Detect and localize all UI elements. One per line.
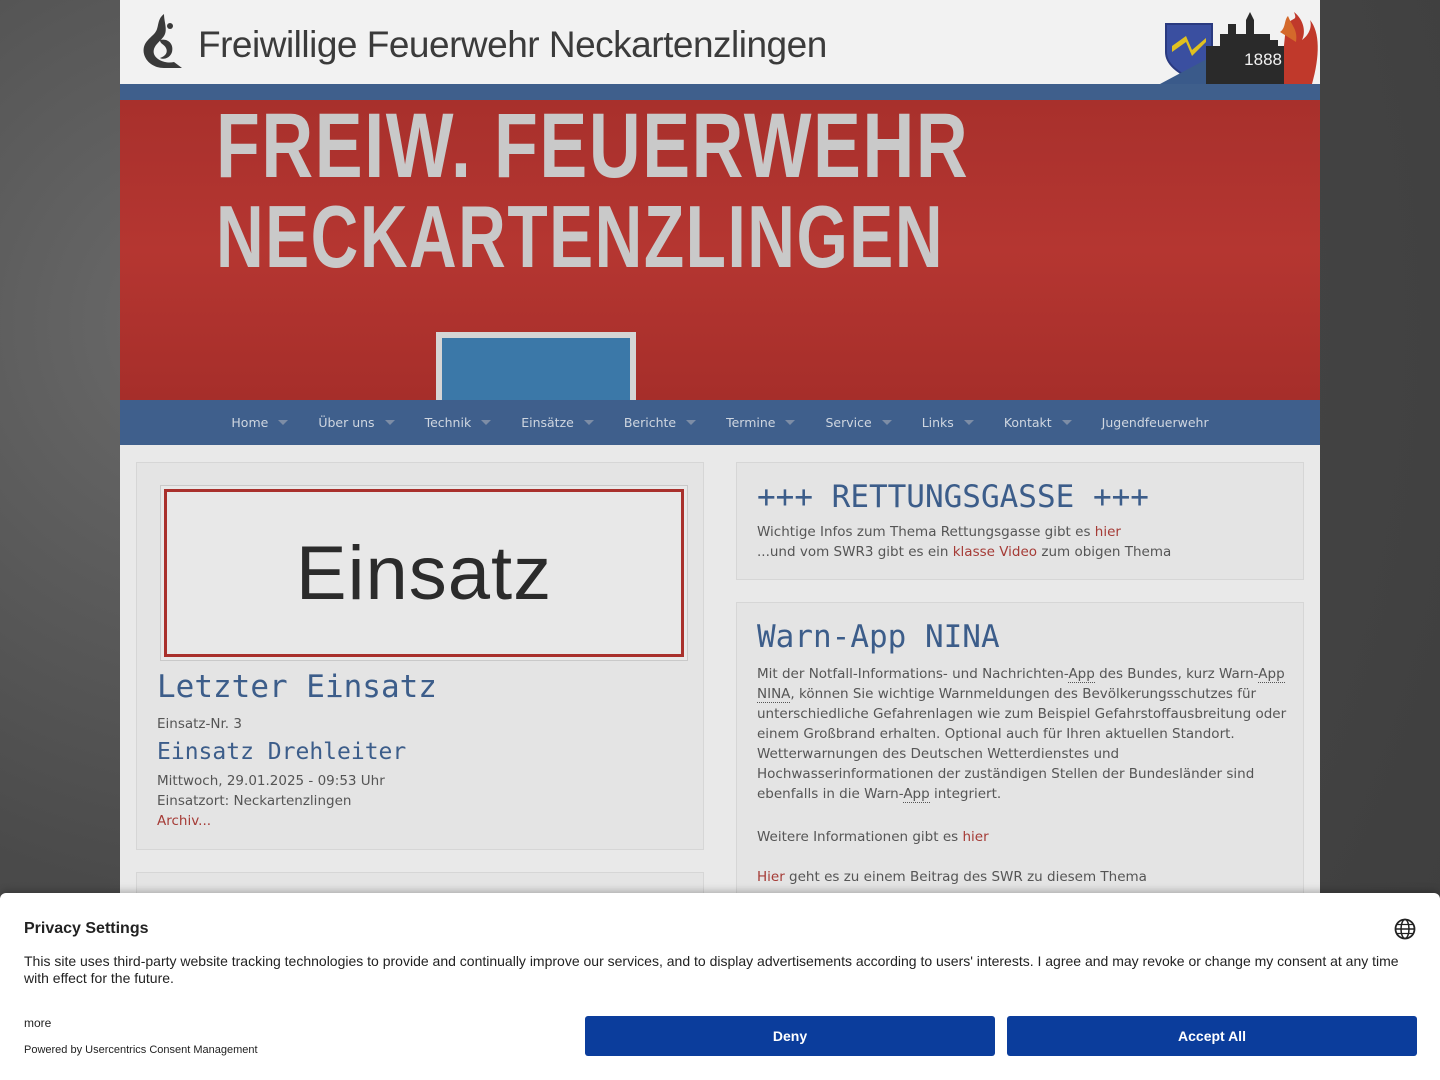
- swr3-video-link[interactable]: klasse Video: [953, 544, 1037, 560]
- nina-text: geht es zu einem Beitrag des SWR zu dies…: [784, 869, 1147, 885]
- chevron-down-icon: [686, 420, 697, 425]
- nina-text: Weitere Informationen gibt es: [757, 829, 963, 845]
- nav-item-berichte[interactable]: Berichte: [609, 400, 711, 445]
- main-navigation: Home Über uns Technik Einsätze Berichte …: [120, 400, 1320, 445]
- consent-more-link[interactable]: more: [24, 1016, 51, 1030]
- nav-item-jugendfeuerwehr[interactable]: Jugendfeuerwehr: [1087, 400, 1224, 445]
- last-deployment-panel: Einsatz Letzter Einsatz Einsatz-Nr. 3 Ei…: [136, 462, 704, 850]
- rettungsgasse-panel: +++ RETTUNGSGASSE +++ Wichtige Infos zum…: [736, 462, 1304, 580]
- deployment-image[interactable]: Einsatz: [160, 485, 688, 661]
- nina-description: Mit der Notfall-Informations- und Nachri…: [757, 664, 1289, 804]
- accept-all-button[interactable]: Accept All: [1007, 1016, 1417, 1056]
- nav-item-links[interactable]: Links: [907, 400, 989, 445]
- deny-button[interactable]: Deny: [585, 1016, 995, 1056]
- nina-more-info: Weitere Informationen gibt es hier: [757, 827, 989, 847]
- header-divider: [120, 84, 1320, 100]
- nav-item-ueber-uns[interactable]: Über uns: [303, 400, 409, 445]
- nav-item-service[interactable]: Service: [810, 400, 906, 445]
- consent-title: Privacy Settings: [24, 920, 149, 937]
- hero-text-line-2: NECKARTENZLINGEN: [216, 187, 944, 286]
- nav-item-label: Home: [231, 415, 269, 430]
- last-deployment-title: Letzter Einsatz: [157, 669, 437, 705]
- nina-text: des Bundes, kurz Warn-: [1094, 666, 1259, 682]
- deployment-number: Einsatz-Nr. 3: [157, 716, 242, 732]
- deployment-datetime: Mittwoch, 29.01.2025 - 09:53 Uhr: [157, 773, 385, 789]
- consent-powered-by: Powered by Usercentrics Consent Manageme…: [24, 1044, 258, 1056]
- nav-item-label: Einsätze: [521, 415, 574, 430]
- fire-department-logo-icon[interactable]: [134, 10, 186, 74]
- chevron-down-icon: [481, 420, 492, 425]
- crest-year: 1888: [1244, 50, 1282, 69]
- globe-icon[interactable]: [1394, 918, 1416, 940]
- app-abbreviation: App: [903, 786, 930, 803]
- rettungsgasse-line-2: ...und vom SWR3 gibt es ein klasse Video…: [757, 542, 1171, 562]
- nav-item-label: Links: [921, 415, 954, 430]
- nav-item-label: Berichte: [623, 415, 677, 430]
- rettungsgasse-line-1: Wichtige Infos zum Thema Rettungsgasse g…: [757, 522, 1121, 542]
- nav-item-label: Jugendfeuerwehr: [1101, 415, 1209, 430]
- nina-text: integriert.: [929, 786, 1002, 802]
- nav-item-label: Technik: [424, 415, 472, 430]
- nav-item-home[interactable]: Home: [216, 400, 303, 445]
- chevron-down-icon: [1061, 420, 1072, 425]
- nav-item-einsaetze[interactable]: Einsätze: [506, 400, 609, 445]
- privacy-consent-banner: Privacy Settings This site uses third-pa…: [0, 893, 1440, 1080]
- archive-link[interactable]: Archiv...: [157, 811, 211, 831]
- nav-item-technik[interactable]: Technik: [410, 400, 507, 445]
- chevron-down-icon: [963, 420, 974, 425]
- consent-body: This site uses third-party website track…: [24, 953, 1399, 986]
- site-title[interactable]: Freiwillige Feuerwehr Neckartenzlingen: [198, 24, 827, 66]
- nav-item-label: Service: [825, 415, 872, 430]
- rettungsgasse-title: +++ RETTUNGSGASSE +++: [757, 479, 1149, 515]
- nina-text: Mit der Notfall-Informations- und Nachri…: [757, 666, 1069, 682]
- site-header: Freiwillige Feuerwehr Neckartenzlingen 1…: [120, 0, 1320, 84]
- municipal-crest-icon: [1160, 12, 1318, 84]
- rettungsgasse-text: Wichtige Infos zum Thema Rettungsgasse g…: [757, 524, 1095, 540]
- app-abbreviation: App: [1068, 666, 1095, 683]
- deployment-location: Einsatzort: Neckartenzlingen: [157, 793, 352, 809]
- nina-text: , können Sie wichtige Warnmeldungen des …: [757, 686, 1287, 802]
- nav-item-termine[interactable]: Termine: [711, 400, 810, 445]
- nina-panel: Warn-App NINA Mit der Notfall-Informatio…: [736, 602, 1304, 932]
- swr-article-link[interactable]: Hier: [757, 869, 785, 885]
- hero-text-line-1: FREIW. FEUERWEHR: [216, 100, 970, 197]
- deployment-image-text: Einsatz: [295, 530, 553, 616]
- nina-info-link[interactable]: hier: [962, 829, 988, 845]
- chevron-down-icon: [278, 420, 289, 425]
- hero-banner: FREIW. FEUERWEHR NECKARTENZLINGEN: [120, 100, 1320, 400]
- deployment-subtitle[interactable]: Einsatz Drehleiter: [157, 739, 406, 765]
- nav-item-label: Über uns: [318, 415, 375, 430]
- rettungsgasse-info-link[interactable]: hier: [1095, 524, 1121, 540]
- rettungsgasse-text: zum obigen Thema: [1037, 544, 1172, 560]
- nina-title: Warn-App NINA: [757, 619, 1000, 655]
- nav-item-kontakt[interactable]: Kontakt: [989, 400, 1087, 445]
- chevron-down-icon: [785, 420, 796, 425]
- hero-emblem: [436, 332, 636, 400]
- chevron-down-icon: [881, 420, 892, 425]
- chevron-down-icon: [583, 420, 594, 425]
- nav-item-label: Kontakt: [1003, 415, 1052, 430]
- nav-item-label: Termine: [726, 415, 776, 430]
- chevron-down-icon: [384, 420, 395, 425]
- nina-swr-line: Hier geht es zu einem Beitrag des SWR zu…: [757, 867, 1147, 887]
- rettungsgasse-text: ...und vom SWR3 gibt es ein: [757, 544, 953, 560]
